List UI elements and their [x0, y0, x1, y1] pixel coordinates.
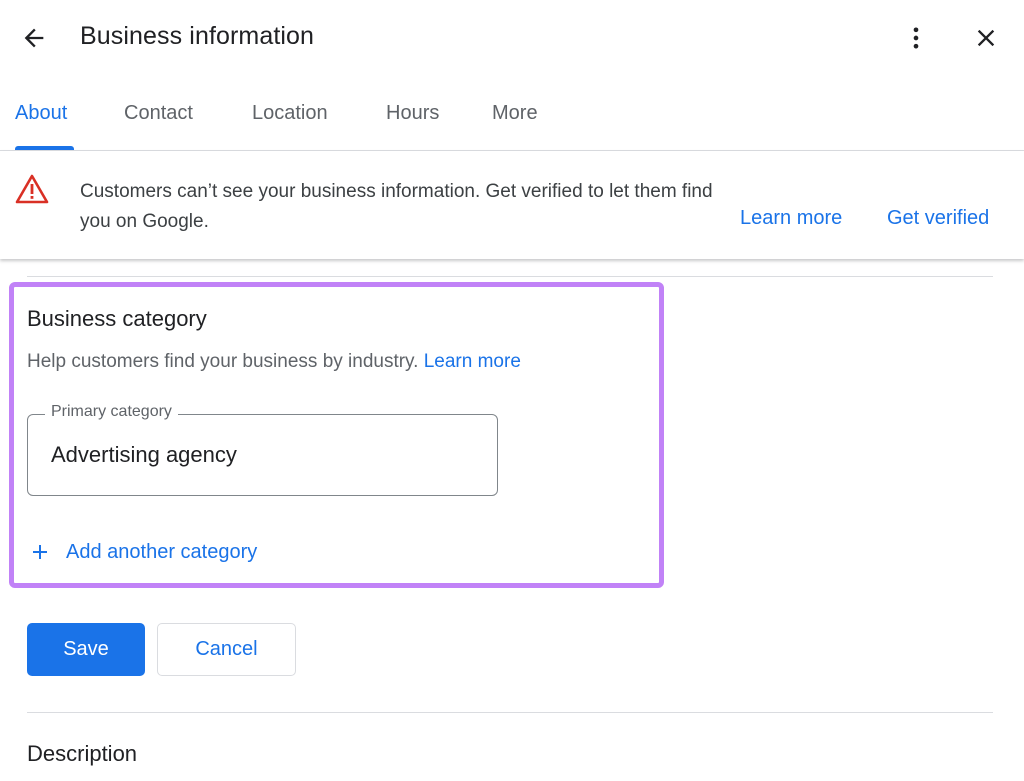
tab-bar: About Contact Location Hours More: [0, 76, 1024, 151]
plus-icon: [33, 545, 47, 559]
close-button[interactable]: [966, 18, 1006, 58]
category-learn-more-link[interactable]: Learn more: [424, 351, 521, 372]
back-button[interactable]: [14, 18, 54, 58]
close-icon: [977, 29, 995, 47]
add-category-label: Add another category: [66, 540, 258, 563]
more-vert-icon: [913, 27, 919, 49]
primary-category-value: Advertising agency: [51, 442, 237, 467]
description-title: Description: [27, 741, 138, 766]
get-verified-link[interactable]: Get verified: [887, 207, 989, 230]
more-options-button[interactable]: [896, 18, 936, 58]
add-category-button[interactable]: Add another category: [28, 537, 257, 567]
cancel-button[interactable]: Cancel: [157, 623, 296, 676]
app-header: Business information: [0, 0, 1024, 76]
banner-learn-more-link[interactable]: Learn more: [740, 207, 842, 230]
tab-location[interactable]: Location: [252, 102, 328, 125]
banner-message: Customers can’t see your business inform…: [80, 181, 713, 232]
page-title: Business information: [80, 22, 315, 50]
tab-about[interactable]: About: [15, 102, 67, 125]
active-tab-indicator: [15, 146, 74, 150]
arrow-back-icon: [24, 28, 44, 48]
primary-category-field[interactable]: Primary category Advertising agency: [27, 403, 498, 496]
divider: [27, 276, 993, 277]
tab-contact[interactable]: Contact: [124, 102, 193, 125]
business-category-title: Business category: [27, 306, 207, 331]
verification-banner: Customers can’t see your business inform…: [0, 151, 1024, 259]
tab-hours[interactable]: Hours: [386, 102, 439, 125]
warning-icon: [15, 174, 49, 204]
category-help-text: Help customers find your business by ind…: [27, 351, 521, 373]
save-button[interactable]: Save: [27, 623, 145, 676]
tab-more[interactable]: More: [492, 102, 538, 125]
divider: [27, 712, 993, 713]
primary-category-label: Primary category: [45, 403, 178, 421]
category-help-text-body: Help customers find your business by ind…: [27, 351, 419, 372]
